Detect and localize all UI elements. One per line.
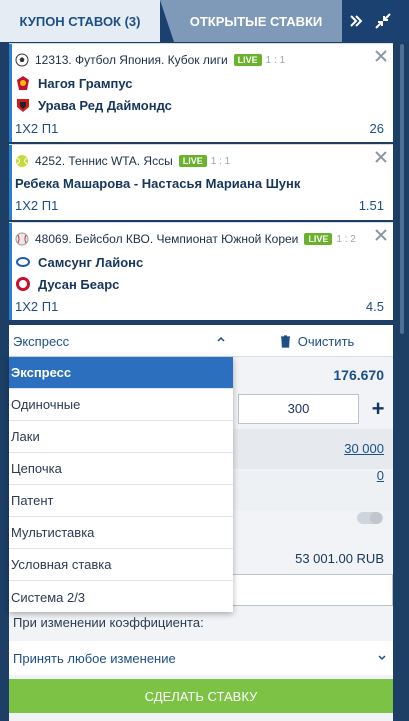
- bet-market: 1X2 П1: [15, 121, 59, 136]
- bet-odd: 1.51: [358, 198, 384, 213]
- team-home: Самсунг Лайонс: [15, 254, 143, 270]
- remove-bet-icon[interactable]: [373, 227, 389, 243]
- odds-change-selected: Принять любое изменение: [13, 650, 176, 666]
- tab-open-bets[interactable]: ОТКРЫТЫЕ СТАВКИ: [160, 0, 342, 42]
- clear-button[interactable]: Очистить: [241, 325, 393, 357]
- event-name: 4252. Теннис WTA. Яссы: [35, 154, 173, 168]
- event-name: 12313. Футбол Япония. Кубок лиги: [35, 53, 228, 67]
- bet-card: 12313. Футбол Япония. Кубок лиги LIVE 1 …: [9, 43, 393, 142]
- chevron-up-icon: [217, 336, 225, 342]
- max-win-value[interactable]: 30 000: [344, 441, 384, 456]
- bet-type-selected: Экспресс: [13, 333, 70, 349]
- bet-event-header: 4252. Теннис WTA. Яссы LIVE 1 : 1: [15, 154, 230, 168]
- chevron-down-icon: [378, 655, 386, 661]
- bet-odd: 26: [369, 121, 384, 136]
- coupon-header: КУПОН СТАВОК (3) ОТКРЫТЫЕ СТАВКИ: [0, 0, 409, 42]
- live-badge: LIVE: [178, 155, 207, 167]
- match-name: Ребека Машарова - Настасья Мариана Шунк: [15, 176, 301, 191]
- remove-bet-icon[interactable]: [373, 149, 389, 165]
- bet-type-option[interactable]: Лаки: [9, 421, 233, 453]
- trash-icon: [280, 334, 290, 348]
- bet-market: 1X2 П1: [15, 198, 59, 213]
- live-badge: LIVE: [233, 54, 262, 66]
- live-score: 1 : 1: [210, 155, 231, 167]
- option-toggle[interactable]: [357, 512, 383, 524]
- card-accent-bar: [9, 223, 12, 320]
- team-away: Дусан Беарс: [15, 276, 119, 292]
- soccer-ball-icon: [15, 53, 29, 67]
- bet-market: 1X2 П1: [15, 299, 59, 314]
- clear-label: Очистить: [297, 333, 355, 349]
- bet-type-option[interactable]: Экспресс: [9, 357, 233, 389]
- bet-type-select[interactable]: Экспресс: [9, 325, 233, 357]
- team-home: Нагоя Грампус: [15, 75, 132, 91]
- bet-type-option[interactable]: Мультиставка: [9, 517, 233, 549]
- team-away-name: Дусан Беарс: [38, 276, 120, 292]
- stake-input[interactable]: 300: [238, 394, 359, 424]
- bet-type-row: Экспресс Очистить: [9, 325, 393, 357]
- bet-event-header: 48069. Бейсбол КВО. Чемпионат Южной Коре…: [15, 232, 356, 246]
- event-name: 48069. Бейсбол КВО. Чемпионат Южной Коре…: [35, 232, 299, 246]
- odds-change-label: При изменении коэффициента:: [13, 615, 204, 630]
- live-score: 1 : 1: [265, 54, 286, 66]
- live-badge: LIVE: [304, 233, 333, 245]
- bonus-value[interactable]: 0: [377, 468, 384, 483]
- bet-card: 4252. Теннис WTA. Яссы LIVE 1 : 1 Ребека…: [9, 144, 393, 220]
- bet-odd: 4.5: [365, 299, 384, 314]
- collapse-arrows-icon[interactable]: [368, 0, 398, 42]
- card-accent-bar: [9, 44, 12, 142]
- team-logo-icon: [16, 277, 30, 291]
- double-chevron-right-icon[interactable]: [341, 0, 371, 42]
- card-accent-bar: [9, 145, 12, 220]
- bet-type-option[interactable]: Условная ставка: [9, 549, 233, 581]
- bet-type-option[interactable]: Патент: [9, 485, 233, 517]
- bet-event-header: 12313. Футбол Япония. Кубок лиги LIVE 1 …: [15, 53, 285, 67]
- bet-card: 48069. Бейсбол КВО. Чемпионат Южной Коре…: [9, 222, 393, 320]
- team-logo-icon: [17, 99, 29, 112]
- total-odds: 176.670: [333, 367, 384, 383]
- tennis-ball-icon: [16, 155, 28, 167]
- tab-bet-coupon[interactable]: КУПОН СТАВОК (3): [0, 0, 160, 42]
- toggle-knob: [370, 512, 382, 524]
- bet-type-option[interactable]: Система 2/3: [9, 581, 233, 613]
- odds-change-select[interactable]: Принять любое изменение: [9, 641, 393, 675]
- team-away-name: Урава Ред Даймондс: [38, 97, 172, 113]
- team-logo-icon: [17, 76, 29, 90]
- stake-plus-button[interactable]: +: [363, 394, 393, 424]
- scrollbar-thumb[interactable]: [400, 44, 404, 334]
- live-score: 1 : 2: [336, 233, 356, 245]
- team-logo-icon: [16, 257, 30, 267]
- remove-bet-icon[interactable]: [373, 48, 389, 64]
- team-home-name: Самсунг Лайонс: [38, 254, 144, 270]
- amount-value: 53 001.00 RUB: [295, 551, 384, 566]
- bet-type-option[interactable]: Цепочка: [9, 453, 233, 485]
- baseball-icon: [15, 232, 29, 246]
- team-home-name: Нагоя Грампус: [38, 75, 133, 91]
- bet-type-option[interactable]: Одиночные: [9, 389, 233, 421]
- team-away: Урава Ред Даймондс: [15, 97, 172, 113]
- bet-type-dropdown: Экспресс Одиночные Лаки Цепочка Патент М…: [9, 357, 233, 612]
- place-bet-button[interactable]: СДЕЛАТЬ СТАВКУ: [9, 679, 393, 713]
